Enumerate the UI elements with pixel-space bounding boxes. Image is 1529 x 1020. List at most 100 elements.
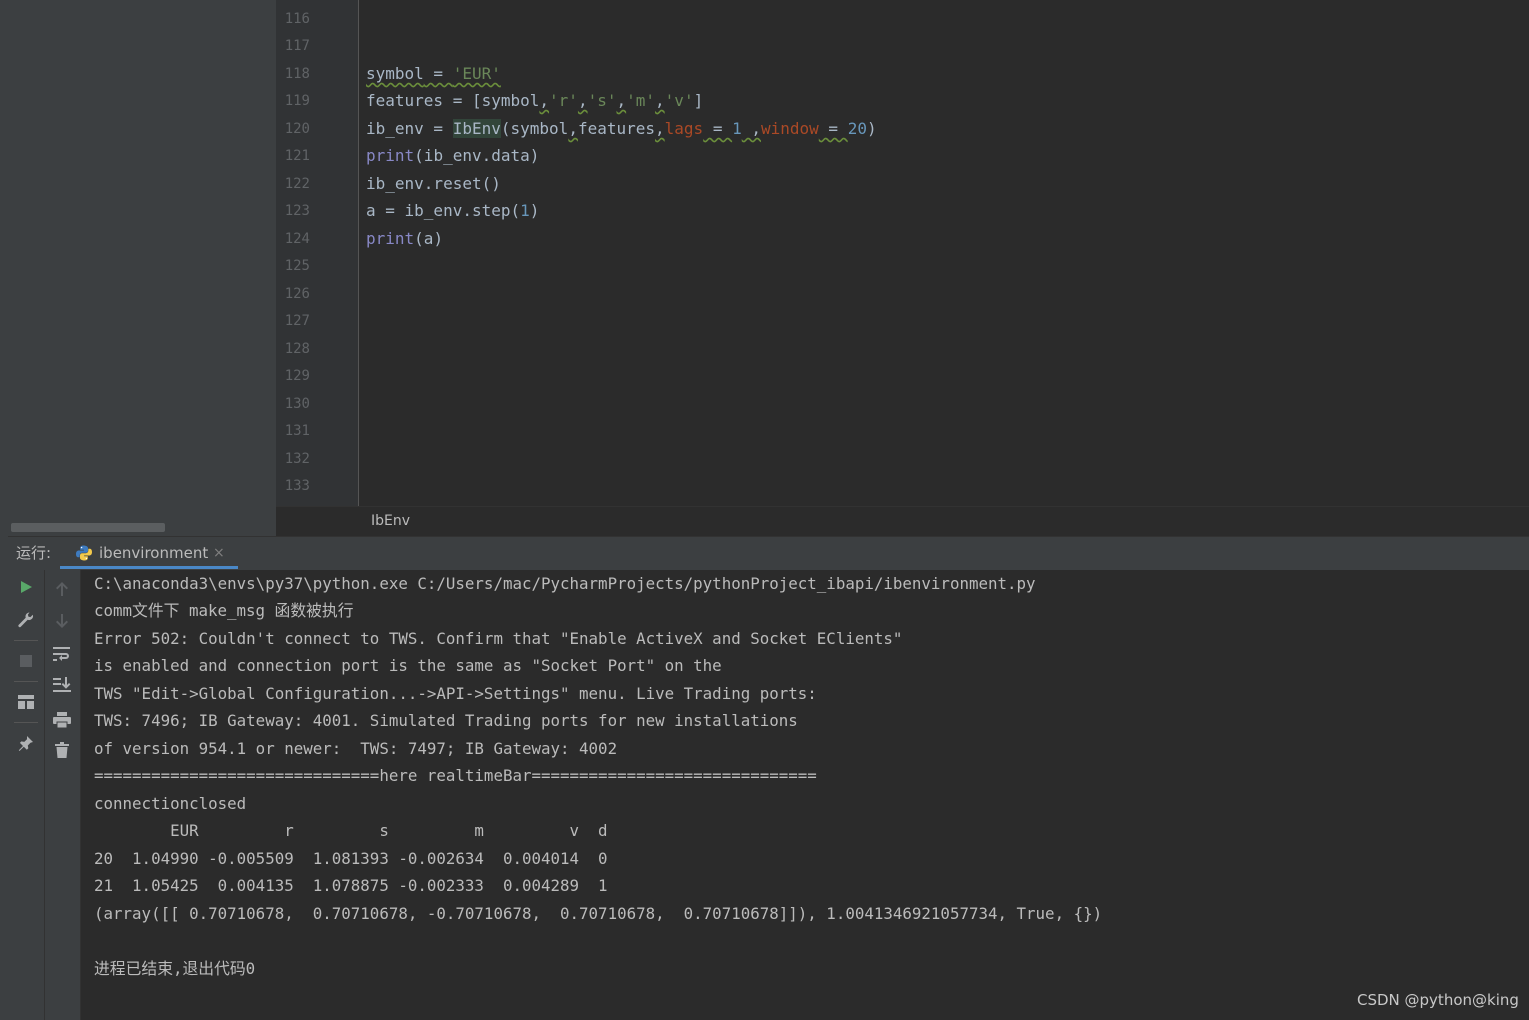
code-token: symbol — [366, 64, 424, 83]
code-token: ) — [866, 119, 877, 138]
code-string: 'r' — [549, 91, 578, 110]
breadcrumb-item[interactable]: IbEnv — [371, 511, 410, 531]
line-number: 127 — [284, 313, 310, 329]
console-line: TWS: 7496; IB Gateway: 4001. Simulated T… — [94, 711, 798, 730]
code-line-122[interactable]: ib_env.reset() — [366, 174, 501, 194]
line-number: 116 — [284, 11, 310, 27]
line-number: 126 — [284, 286, 310, 302]
code-string: 'v' — [664, 91, 694, 110]
console-line: 进程已结束,退出代码0 — [94, 959, 256, 978]
editor-breadcrumb-bar — [276, 506, 1529, 537]
stop-icon[interactable] — [15, 650, 37, 672]
soft-wrap-icon[interactable] — [51, 643, 73, 665]
code-token: (a) — [414, 229, 444, 248]
scroll-to-end-icon[interactable] — [51, 674, 73, 696]
line-number: 131 — [284, 423, 310, 439]
line-number: 119 — [284, 93, 310, 109]
console-line: TWS "Edit->Global Configuration...->API-… — [94, 684, 817, 703]
line-number: 121 — [284, 148, 310, 164]
trash-icon[interactable] — [51, 739, 73, 761]
code-class-name: IbEnv — [452, 119, 501, 138]
pin-icon[interactable] — [15, 732, 37, 754]
code-token: = — [423, 64, 453, 83]
console-line: is enabled and connection port is the sa… — [94, 656, 722, 675]
code-token: , — [568, 119, 578, 138]
code-token: , — [616, 91, 627, 110]
console-line: C:\anaconda3\envs\py37\python.exe C:/Use… — [94, 574, 1036, 593]
code-token: ib_env = — [366, 119, 453, 138]
console-line: ==============================here realt… — [94, 766, 817, 785]
run-toolbar-primary — [8, 570, 45, 1020]
watermark: CSDN @python@king — [1357, 991, 1519, 1009]
close-icon[interactable]: × — [213, 543, 225, 563]
code-token: , — [655, 119, 665, 138]
code-line-118[interactable]: symbol = 'EUR' — [366, 64, 501, 84]
code-param: window — [761, 119, 819, 138]
console-line: EUR r s m v d — [94, 821, 608, 840]
run-tab-active-indicator — [60, 566, 238, 569]
console-line: 21 1.05425 0.004135 1.078875 -0.002333 0… — [94, 876, 608, 895]
code-token: = — [818, 119, 848, 138]
code-number: 20 — [847, 119, 867, 138]
line-number: 130 — [284, 396, 310, 412]
line-number: 129 — [284, 368, 310, 384]
project-panel — [8, 0, 276, 536]
layout-icon[interactable] — [15, 691, 37, 713]
project-horizontal-scrollbar[interactable] — [11, 523, 165, 532]
code-token: features = [symbol — [366, 91, 540, 110]
code-line-124[interactable]: print(a) — [366, 229, 443, 249]
arrow-up-icon[interactable] — [51, 578, 73, 600]
code-token: (ib_env.data) — [414, 146, 540, 165]
code-builtin: print — [366, 146, 415, 165]
rerun-icon[interactable] — [15, 576, 37, 598]
code-number: 1 — [520, 201, 530, 220]
code-token: ) — [529, 201, 540, 220]
console-line: connectionclosed — [94, 794, 247, 813]
arrow-down-icon[interactable] — [51, 610, 73, 632]
code-token: , — [741, 119, 761, 138]
line-number: 123 — [284, 203, 310, 219]
run-toolbar-secondary — [45, 570, 81, 1020]
code-builtin: print — [366, 229, 415, 248]
code-param: lags — [664, 119, 704, 138]
console-line: comm文件下 make_msg 函数被执行 — [94, 601, 354, 620]
line-number: 122 — [284, 176, 310, 192]
python-icon — [75, 544, 93, 562]
code-token: a = ib_env.step( — [366, 201, 521, 220]
line-number: 124 — [284, 231, 310, 247]
code-token: , — [577, 91, 588, 110]
code-number: 1 — [732, 119, 742, 138]
code-string: 'm' — [626, 91, 656, 110]
code-token: , — [539, 91, 550, 110]
print-icon[interactable] — [51, 709, 73, 731]
code-line-120[interactable]: ib_env = IbEnv(symbol,features,lags = 1 … — [366, 119, 877, 139]
toolbar-divider — [14, 722, 38, 723]
console-line: of version 954.1 or newer: TWS: 7497; IB… — [94, 739, 618, 758]
code-editor[interactable] — [359, 0, 1529, 506]
console-line: Error 502: Couldn't connect to TWS. Conf… — [94, 629, 903, 648]
code-line-121[interactable]: print(ib_env.data) — [366, 146, 539, 166]
line-number: 133 — [284, 478, 310, 494]
line-number: 132 — [284, 451, 310, 467]
line-number: 120 — [284, 121, 310, 137]
code-token: = — [703, 119, 733, 138]
code-token: ] — [693, 91, 704, 110]
code-string: 's' — [587, 91, 617, 110]
run-tab-label[interactable]: ibenvironment — [99, 543, 208, 563]
line-number: 118 — [284, 66, 310, 82]
code-line-123[interactable]: a = ib_env.step(1) — [366, 201, 539, 221]
toolbar-divider — [14, 640, 38, 641]
line-number: 125 — [284, 258, 310, 274]
code-token: , — [655, 91, 665, 110]
code-token: ib_env.reset() — [366, 174, 501, 193]
wrench-icon[interactable] — [15, 609, 37, 631]
console-line: (array([[ 0.70710678, 0.70710678, -0.707… — [94, 904, 1103, 923]
code-token: (symbol — [500, 119, 569, 138]
run-panel-label: 运行: — [16, 544, 52, 562]
line-number: 128 — [284, 341, 310, 357]
console-line: 20 1.04990 -0.005509 1.081393 -0.002634 … — [94, 849, 608, 868]
code-string: 'EUR' — [452, 64, 501, 83]
code-line-119[interactable]: features = [symbol,'r','s','m','v'] — [366, 91, 703, 111]
code-token: features — [577, 119, 656, 138]
line-number: 117 — [284, 38, 310, 54]
